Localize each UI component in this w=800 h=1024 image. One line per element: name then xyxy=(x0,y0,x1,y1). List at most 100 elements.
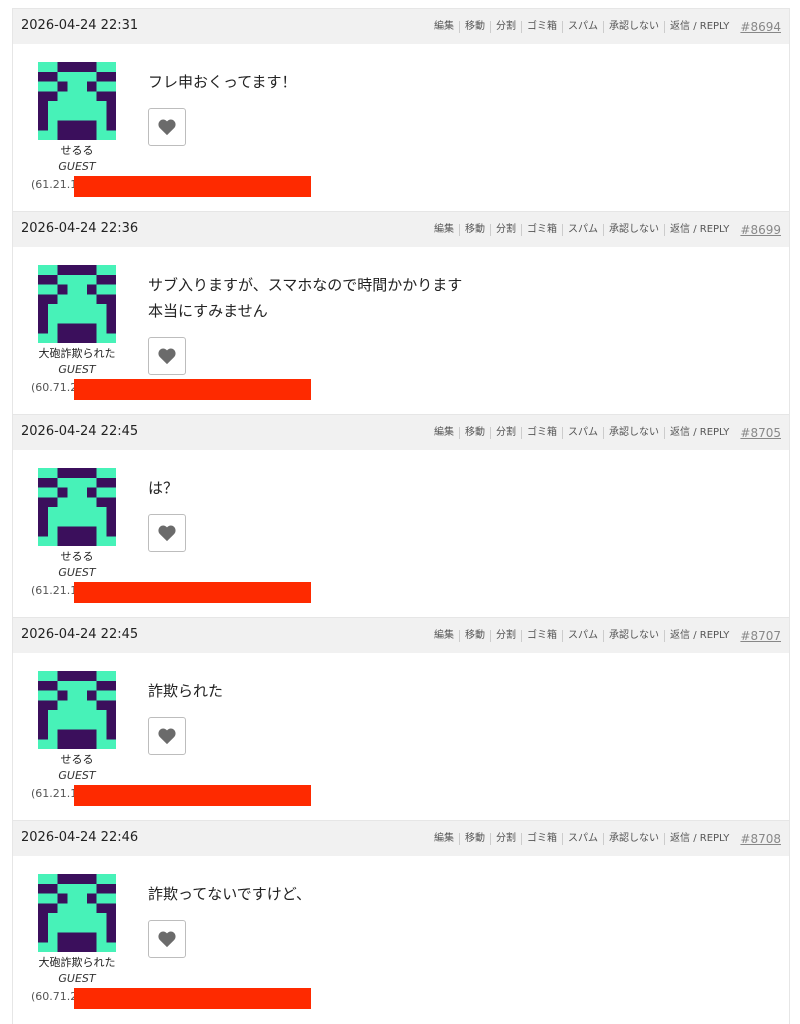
unapprove-link[interactable]: 承認しない xyxy=(603,224,664,236)
author-name: 大砲詐欺られた xyxy=(38,956,116,969)
author-ip: (60.71.2 xyxy=(31,381,78,394)
like-button[interactable] xyxy=(148,108,186,146)
author-ip: (61.21.1 xyxy=(31,787,78,800)
reply-link[interactable]: 返信 / REPLY xyxy=(664,427,734,439)
comment-body: は？ xyxy=(148,475,178,501)
comment: 2026-04-24 22:31 編集 移動 分割 ゴミ箱 スパム 承認しない 返信 / RE… xyxy=(12,8,790,213)
comment: 2026-04-24 22:45 編集 移動 分割 ゴミ箱 スパム 承認しない 返信 / RE… xyxy=(12,414,790,619)
split-link[interactable]: 分割 xyxy=(490,630,521,642)
edit-link[interactable]: 編集 xyxy=(429,833,459,845)
author-name: せるる xyxy=(60,753,94,766)
heart-icon xyxy=(157,347,177,365)
reply-link[interactable]: 返信 / REPLY xyxy=(664,224,734,236)
comment-timestamp: 2026-04-24 22:45 xyxy=(21,627,139,642)
comment-timestamp: 2026-04-24 22:36 xyxy=(21,221,139,236)
unapprove-link[interactable]: 承認しない xyxy=(603,630,664,642)
comment-timestamp: 2026-04-24 22:31 xyxy=(21,18,139,33)
comment-actions: 編集 移動 分割 ゴミ箱 スパム 承認しない 返信 / REPLY #8694 xyxy=(429,20,781,34)
comment-permalink[interactable]: #8708 xyxy=(740,832,781,846)
edit-link[interactable]: 編集 xyxy=(429,630,459,642)
reply-link[interactable]: 返信 / REPLY xyxy=(664,21,734,33)
comment-body: 詐欺ってないですけど、 xyxy=(148,881,311,907)
avatar xyxy=(38,62,116,140)
trash-link[interactable]: ゴミ箱 xyxy=(521,833,562,845)
spam-link[interactable]: スパム xyxy=(562,224,603,236)
unapprove-link[interactable]: 承認しない xyxy=(603,833,664,845)
author-role: GUEST xyxy=(58,566,96,579)
author-role: GUEST xyxy=(58,363,96,376)
comment-text-line: は？ xyxy=(148,479,179,497)
edit-link[interactable]: 編集 xyxy=(429,21,459,33)
comment-actions: 編集 移動 分割 ゴミ箱 スパム 承認しない 返信 / REPLY #8699 xyxy=(429,223,781,237)
comment-actions: 編集 移動 分割 ゴミ箱 スパム 承認しない 返信 / REPLY #8707 xyxy=(429,629,781,643)
edit-link[interactable]: 編集 xyxy=(429,427,459,439)
comment-header: 2026-04-24 22:46 編集 移動 分割 ゴミ箱 スパム 承認しない 返信 / RE… xyxy=(13,821,789,856)
like-button[interactable] xyxy=(148,920,186,958)
comment-permalink[interactable]: #8699 xyxy=(740,223,781,237)
heart-icon xyxy=(157,524,177,542)
author-ip: (60.71.2 xyxy=(31,990,78,1003)
move-link[interactable]: 移動 xyxy=(459,21,490,33)
like-button[interactable] xyxy=(148,337,186,375)
comment-permalink[interactable]: #8707 xyxy=(740,629,781,643)
comment-text-line: 詐欺られた xyxy=(148,682,224,700)
author-ip: (61.21.1 xyxy=(31,178,78,191)
comment-body: 詐欺られた xyxy=(148,678,223,704)
comment: 2026-04-24 22:46 編集 移動 分割 ゴミ箱 スパム 承認しない 返信 / RE… xyxy=(12,820,790,1024)
comment-actions: 編集 移動 分割 ゴミ箱 スパム 承認しない 返信 / REPLY #8708 xyxy=(429,832,781,846)
trash-link[interactable]: ゴミ箱 xyxy=(521,224,562,236)
like-button[interactable] xyxy=(148,514,186,552)
comment-body: フレ申おくってます！ xyxy=(148,69,297,95)
author-name: せるる xyxy=(60,144,94,157)
unapprove-link[interactable]: 承認しない xyxy=(603,21,664,33)
trash-link[interactable]: ゴミ箱 xyxy=(521,630,562,642)
comment-timestamp: 2026-04-24 22:46 xyxy=(21,830,139,845)
avatar xyxy=(38,874,116,952)
split-link[interactable]: 分割 xyxy=(490,21,521,33)
move-link[interactable]: 移動 xyxy=(459,427,490,439)
split-link[interactable]: 分割 xyxy=(490,833,521,845)
heart-icon xyxy=(157,930,177,948)
reply-link[interactable]: 返信 / REPLY xyxy=(664,630,734,642)
redaction-bar xyxy=(74,988,311,1009)
comment-header: 2026-04-24 22:45 編集 移動 分割 ゴミ箱 スパム 承認しない 返信 / RE… xyxy=(13,415,789,450)
reply-link[interactable]: 返信 / REPLY xyxy=(664,833,734,845)
comment-body: サブ入りますが、スマホなので時間かかります 本当にすみません xyxy=(148,272,462,324)
author-role: GUEST xyxy=(58,769,96,782)
comment-permalink[interactable]: #8705 xyxy=(740,426,781,440)
move-link[interactable]: 移動 xyxy=(459,833,490,845)
spam-link[interactable]: スパム xyxy=(562,427,603,439)
avatar xyxy=(38,265,116,343)
trash-link[interactable]: ゴミ箱 xyxy=(521,21,562,33)
move-link[interactable]: 移動 xyxy=(459,630,490,642)
comment-header: 2026-04-24 22:31 編集 移動 分割 ゴミ箱 スパム 承認しない 返信 / RE… xyxy=(13,9,789,44)
heart-icon xyxy=(157,118,177,136)
redaction-bar xyxy=(74,582,311,603)
redaction-bar xyxy=(74,379,311,400)
edit-link[interactable]: 編集 xyxy=(429,224,459,236)
comment-text-line: フレ申おくってます！ xyxy=(148,73,297,91)
redaction-bar xyxy=(74,176,311,197)
unapprove-link[interactable]: 承認しない xyxy=(603,427,664,439)
comment-actions: 編集 移動 分割 ゴミ箱 スパム 承認しない 返信 / REPLY #8705 xyxy=(429,426,781,440)
redaction-bar xyxy=(74,785,311,806)
author-role: GUEST xyxy=(58,160,96,173)
spam-link[interactable]: スパム xyxy=(562,630,603,642)
comment-header: 2026-04-24 22:36 編集 移動 分割 ゴミ箱 スパム 承認しない 返信 / RE… xyxy=(13,212,789,247)
avatar xyxy=(38,671,116,749)
split-link[interactable]: 分割 xyxy=(490,224,521,236)
comment: 2026-04-24 22:36 編集 移動 分割 ゴミ箱 スパム 承認しない 返信 / RE… xyxy=(12,211,790,416)
comment-permalink[interactable]: #8694 xyxy=(740,20,781,34)
comment-text-line: サブ入りますが、スマホなので時間かかります xyxy=(148,276,463,294)
author-role: GUEST xyxy=(58,972,96,985)
split-link[interactable]: 分割 xyxy=(490,427,521,439)
like-button[interactable] xyxy=(148,717,186,755)
author-name: せるる xyxy=(60,550,94,563)
spam-link[interactable]: スパム xyxy=(562,21,603,33)
spam-link[interactable]: スパム xyxy=(562,833,603,845)
move-link[interactable]: 移動 xyxy=(459,224,490,236)
trash-link[interactable]: ゴミ箱 xyxy=(521,427,562,439)
comment-timestamp: 2026-04-24 22:45 xyxy=(21,424,139,439)
comment-text-line: 詐欺ってないですけど、 xyxy=(148,885,312,903)
author-name: 大砲詐欺られた xyxy=(38,347,116,360)
